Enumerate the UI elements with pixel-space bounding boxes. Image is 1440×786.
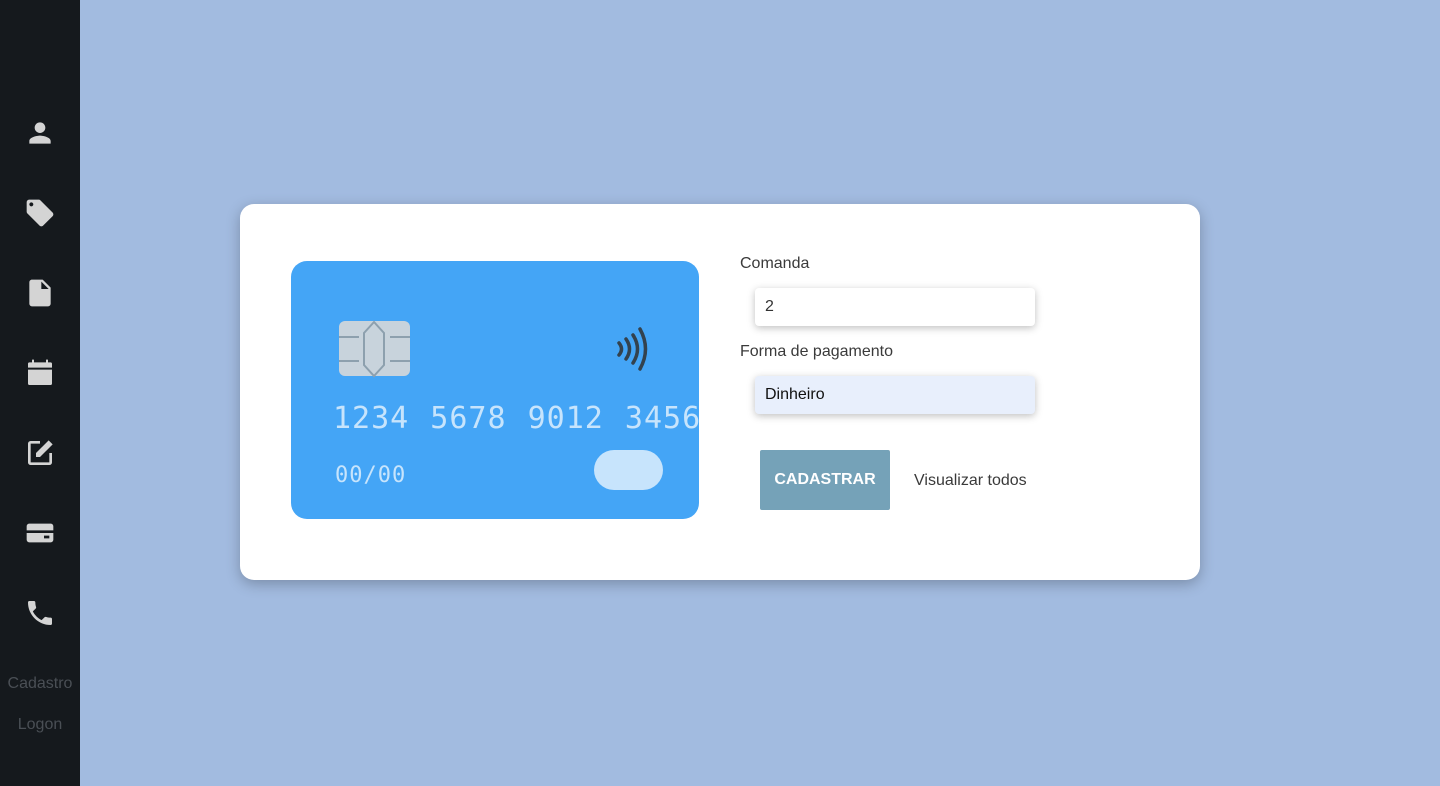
- visualizar-todos-link[interactable]: Visualizar todos: [914, 472, 1027, 490]
- file-icon[interactable]: [20, 273, 60, 313]
- card-number: 1234 5678 9012 3456: [333, 401, 702, 436]
- cadastrar-button[interactable]: CADASTRAR: [760, 450, 890, 510]
- comanda-value: 2: [765, 298, 774, 315]
- pagamento-input[interactable]: Dinheiro: [755, 376, 1035, 414]
- calendar-icon[interactable]: [20, 353, 60, 393]
- payment-panel: 1234 5678 9012 3456 00/00 Comanda 2 Form…: [240, 204, 1200, 580]
- sidebar: Cadastro Logon: [0, 0, 80, 786]
- chip-icon: [339, 320, 410, 378]
- edit-icon[interactable]: [20, 433, 60, 473]
- card-icon[interactable]: [20, 513, 60, 553]
- nav-link-cadastro[interactable]: Cadastro: [0, 675, 80, 693]
- nav-link-logon[interactable]: Logon: [0, 716, 80, 734]
- pagamento-label: Forma de pagamento: [740, 343, 893, 360]
- comanda-label: Comanda: [740, 255, 810, 272]
- card-expiry: 00/00: [335, 463, 407, 488]
- contactless-icon: [617, 327, 648, 371]
- pagamento-value: Dinheiro: [765, 386, 825, 403]
- credit-card-illustration: 1234 5678 9012 3456 00/00: [291, 261, 702, 519]
- tag-icon[interactable]: [20, 193, 60, 233]
- comanda-input[interactable]: 2: [755, 288, 1035, 326]
- phone-icon[interactable]: [20, 593, 60, 633]
- user-icon[interactable]: [20, 113, 60, 153]
- card-logo-pill: [594, 450, 663, 490]
